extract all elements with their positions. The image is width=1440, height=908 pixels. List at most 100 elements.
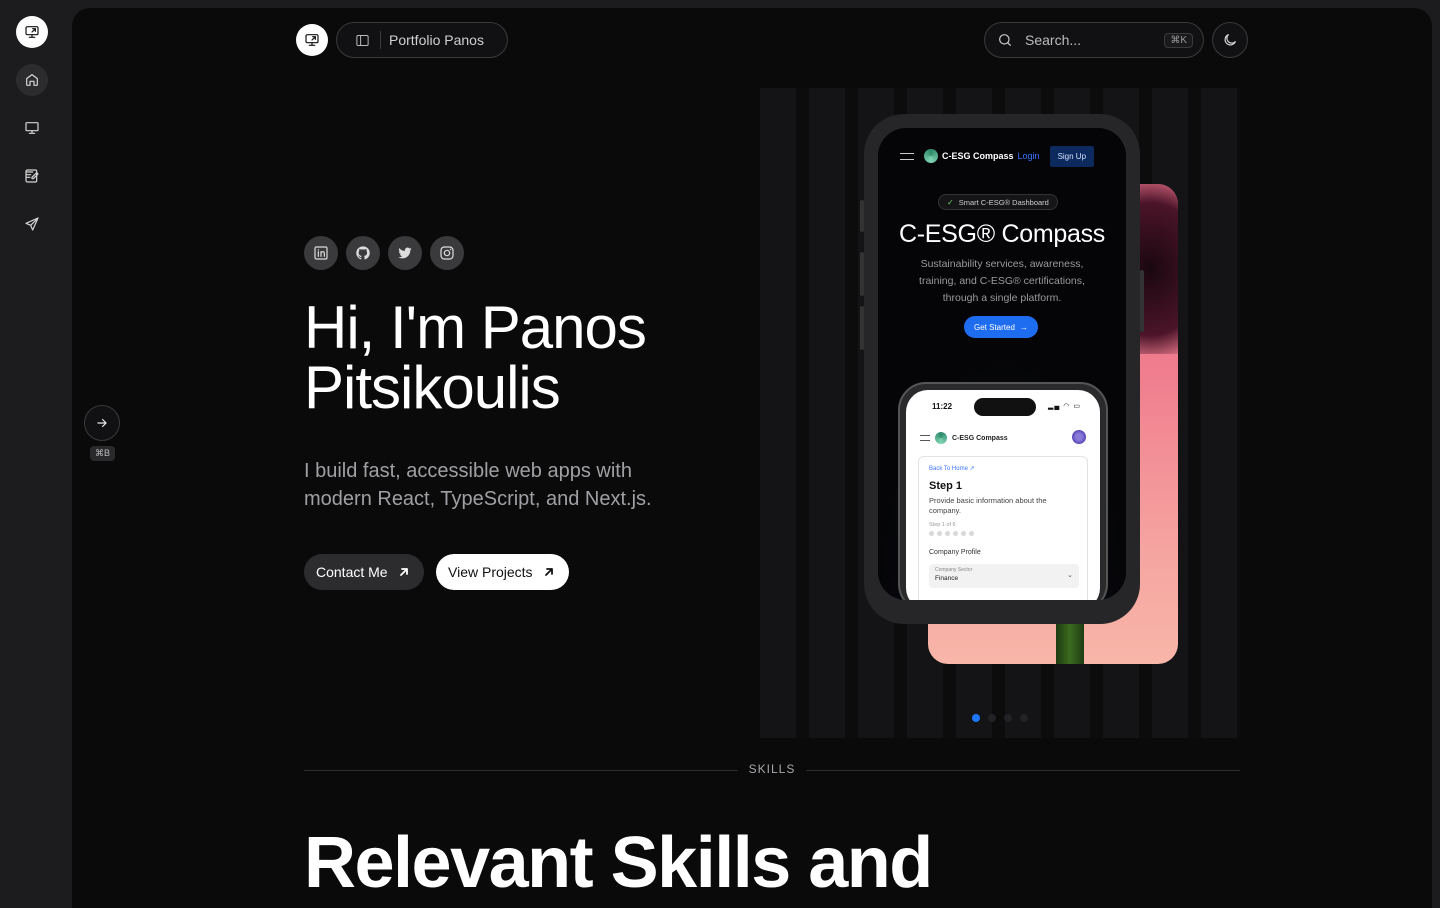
- contact-me-label: Contact Me: [316, 564, 388, 580]
- sidebar-panel-icon: [356, 34, 369, 46]
- breadcrumb[interactable]: Portfolio Panos: [336, 22, 508, 58]
- hero-title: Hi, I'm Panos Pitsikoulis: [304, 298, 764, 418]
- section-divider: [304, 770, 738, 771]
- skills-label: SKILLS: [748, 762, 796, 776]
- mock-badge-label: Smart C-ESG® Dashboard: [958, 197, 1049, 207]
- inner-step-card: Back To Home ↗ Step 1 Provide basic info…: [918, 456, 1088, 600]
- linkedin-link[interactable]: [304, 236, 338, 270]
- search-input[interactable]: Search... ⌘K: [984, 22, 1204, 58]
- twitter-link[interactable]: [388, 236, 422, 270]
- sidebar-logo-button[interactable]: [16, 16, 48, 48]
- logo-button[interactable]: [296, 24, 328, 56]
- social-links: [304, 236, 464, 270]
- moon-icon: [1224, 34, 1236, 46]
- inner-step-dots: [929, 531, 1077, 536]
- background-stripe: [809, 88, 845, 738]
- search-icon: [999, 34, 1011, 46]
- arrow-up-right-icon: [399, 568, 408, 576]
- twitter-icon: [398, 247, 412, 259]
- compass-logo-icon: [924, 149, 938, 163]
- skills-title: Relevant Skills and: [304, 823, 933, 903]
- view-projects-label: View Projects: [448, 564, 533, 580]
- sidebar-item-home[interactable]: [16, 64, 48, 96]
- carousel-dot[interactable]: [988, 714, 996, 722]
- home-icon: [26, 74, 38, 86]
- inner-back-link: Back To Home ↗: [929, 465, 1077, 472]
- carousel-dot[interactable]: [972, 714, 980, 722]
- project-showcase[interactable]: C-ESG Compass Login Sign Up ✓ Smart C-ES…: [760, 88, 1240, 738]
- phone-button: [860, 252, 864, 296]
- mock-description: Sustainability services, awareness, trai…: [919, 258, 1085, 304]
- inner-phone-screen: 11:22 ▂▄ ◠ ▭ C-ESG Compass Back To Home …: [906, 390, 1100, 600]
- compass-logo-icon: [935, 432, 947, 444]
- view-projects-button[interactable]: View Projects: [436, 554, 569, 590]
- search-placeholder: Search...: [1025, 32, 1082, 48]
- inner-step-progress: Step 1 of 6: [929, 522, 956, 528]
- external-link-icon: ↗: [969, 466, 975, 472]
- sidebar-item-projects[interactable]: [16, 112, 48, 144]
- breadcrumb-divider: [380, 31, 381, 49]
- carousel-dots: [972, 714, 1028, 722]
- phone-button: [860, 200, 864, 232]
- sidebar-toggle-button[interactable]: [84, 405, 120, 441]
- mock-login: Login: [1017, 151, 1040, 161]
- search-shortcut: ⌘K: [1164, 32, 1193, 48]
- mock-signup: Sign Up: [1049, 145, 1095, 167]
- sidebar: [0, 0, 64, 900]
- presentation-icon: [25, 122, 39, 134]
- arrow-right-icon: [97, 418, 107, 428]
- sidebar-toggle-shortcut: ⌘B: [90, 446, 116, 461]
- inner-back-label: Back To Home: [929, 466, 968, 472]
- inner-time: 11:22: [932, 402, 953, 411]
- inner-profile-heading: Company Profile: [929, 549, 981, 556]
- background-stripe: [1201, 88, 1237, 738]
- hero-title-line1: Hi, I'm Panos: [304, 294, 647, 361]
- instagram-icon: [440, 246, 454, 260]
- chevron-down-icon: ⌄: [1067, 572, 1073, 579]
- inner-sector-label: Company Sector: [935, 567, 973, 573]
- theme-toggle-button[interactable]: [1212, 22, 1248, 58]
- leaf-icon: ✓: [947, 197, 954, 207]
- phone-button: [1140, 270, 1144, 332]
- hero-subtitle: I build fast, accessible web apps with m…: [304, 460, 652, 510]
- mock-title: C-ESG® Compass: [899, 220, 1105, 248]
- contact-me-button[interactable]: Contact Me: [304, 554, 424, 590]
- mock-navbar: C-ESG Compass Login Sign Up: [878, 128, 1126, 184]
- menu-icon: [920, 435, 930, 441]
- sidebar-item-blog[interactable]: [16, 160, 48, 192]
- avatar: [1072, 430, 1086, 444]
- send-icon: [25, 217, 39, 231]
- section-divider: [806, 770, 1240, 771]
- hero-title-line2: Pitsikoulis: [304, 354, 561, 421]
- inner-brand: C-ESG Compass: [952, 434, 1008, 442]
- inner-sector-select: Company Sector Finance ⌄: [929, 564, 1079, 588]
- inner-navbar: C-ESG Compass: [920, 432, 1008, 444]
- monitor-icon: [305, 34, 319, 46]
- mock-cta-label: Get Started: [974, 322, 1015, 332]
- mock-brand: C-ESG Compass: [942, 151, 1014, 161]
- sidebar-item-contact[interactable]: [16, 208, 48, 240]
- inner-sector-value: Finance: [935, 575, 959, 582]
- edit-icon: [25, 169, 39, 183]
- breadcrumb-label: Portfolio Panos: [389, 32, 484, 48]
- inner-step-description: Provide basic information about the comp…: [929, 496, 1047, 515]
- instagram-link[interactable]: [430, 236, 464, 270]
- github-icon: [356, 246, 370, 260]
- mock-get-started: Get Started →: [964, 316, 1038, 338]
- arrow-right-icon: →: [1019, 322, 1028, 332]
- arrow-up-right-icon: [544, 568, 553, 576]
- inner-step-title: Step 1: [929, 480, 963, 492]
- linkedin-icon: [314, 246, 328, 260]
- inner-phone-mockup: 11:22 ▂▄ ◠ ▭ C-ESG Compass Back To Home …: [898, 382, 1108, 600]
- mock-badge: ✓ Smart C-ESG® Dashboard: [938, 194, 1058, 210]
- github-link[interactable]: [346, 236, 380, 270]
- status-icons: ▂▄ ◠ ▭: [1048, 403, 1081, 410]
- top-bar: Portfolio Panos Search... ⌘K: [72, 8, 1432, 72]
- phone-screen: C-ESG Compass Login Sign Up ✓ Smart C-ES…: [878, 128, 1126, 600]
- carousel-dot[interactable]: [1020, 714, 1028, 722]
- carousel-dot[interactable]: [1004, 714, 1012, 722]
- background-stripe: [760, 88, 796, 738]
- monitor-icon: [25, 26, 39, 38]
- phone-button: [860, 306, 864, 350]
- dynamic-island: [974, 398, 1036, 416]
